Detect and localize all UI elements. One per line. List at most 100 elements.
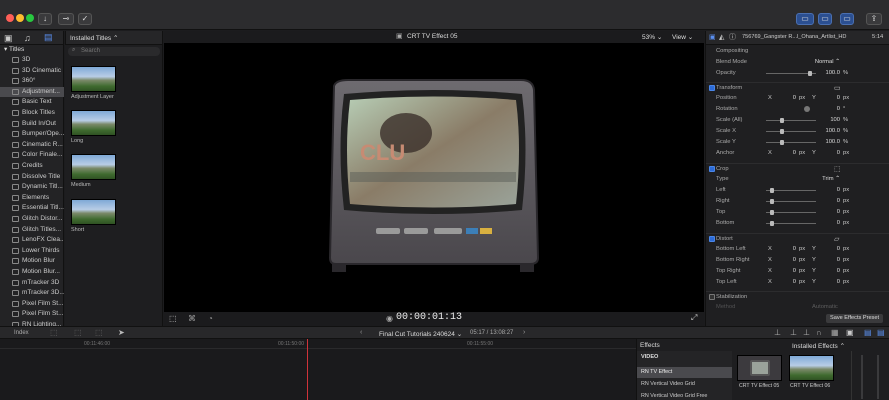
method-value[interactable]: Automatic bbox=[812, 302, 838, 313]
x-value[interactable]: 0 bbox=[766, 277, 796, 288]
rotation-value[interactable]: 0 bbox=[810, 104, 840, 115]
audio-skimming-icon[interactable]: ⊥ bbox=[774, 328, 781, 337]
share-icon[interactable]: ⇪ bbox=[866, 13, 882, 25]
value[interactable]: 0 bbox=[810, 207, 840, 218]
project-dropdown[interactable]: Final Cut Tutorials 240624 ⌄ bbox=[379, 330, 462, 338]
timeline-ruler[interactable]: 00:11:46:00 00:11:50:00 00:11:55:00 bbox=[0, 339, 636, 349]
title-thumb-adjustment-layer[interactable] bbox=[71, 66, 116, 92]
search-input[interactable]: ⌕ Search bbox=[68, 47, 160, 56]
minimize-window-button[interactable] bbox=[16, 14, 24, 22]
category-item[interactable]: 360° bbox=[0, 76, 64, 87]
transform-tool-icon[interactable]: ⬚ bbox=[169, 314, 177, 323]
forward-arrow-icon[interactable]: › bbox=[523, 329, 525, 336]
titles-root[interactable]: ▾ Titles bbox=[4, 45, 64, 53]
layout-browser-icon[interactable]: ▭ bbox=[796, 13, 814, 25]
category-item[interactable]: Motion Blur... bbox=[0, 267, 64, 278]
playhead[interactable] bbox=[307, 339, 308, 400]
category-item[interactable]: Pixel Film St... bbox=[0, 299, 64, 310]
speed-tool-icon[interactable]: ◔ bbox=[208, 314, 213, 323]
stabilization-header[interactable]: Stabilization bbox=[706, 291, 889, 302]
category-item[interactable]: Dissolve Title bbox=[0, 172, 64, 183]
value-slider-knob[interactable] bbox=[770, 210, 774, 215]
clip-overwrite-icon[interactable]: ⬚ bbox=[95, 328, 103, 337]
crop-header[interactable]: Crop ⬚ bbox=[706, 163, 889, 174]
keywords-icon[interactable]: ⊸ bbox=[58, 13, 74, 25]
effect-item[interactable]: RN Vertical Video Grid bbox=[637, 379, 732, 390]
solo-icon[interactable]: ⊥ bbox=[790, 328, 797, 337]
anchor-y-value[interactable]: 0 bbox=[810, 148, 840, 159]
select-tool-icon[interactable]: ➤ bbox=[118, 328, 125, 337]
import-icon[interactable]: ↓ bbox=[38, 13, 52, 25]
compositing-header[interactable]: Compositing bbox=[706, 46, 889, 57]
installed-titles-dropdown[interactable]: Installed Titles ⌃ bbox=[70, 34, 118, 42]
value-slider-knob[interactable] bbox=[770, 199, 774, 204]
category-item[interactable]: 3D bbox=[0, 55, 64, 66]
transform-header[interactable]: Transform ▭ bbox=[706, 82, 889, 93]
y-value[interactable]: 0 bbox=[810, 277, 840, 288]
category-item[interactable]: Pixel Film St... bbox=[0, 309, 64, 320]
value-slider-knob[interactable] bbox=[770, 188, 774, 193]
scale-all-value[interactable]: 100 bbox=[810, 115, 840, 126]
clip-append-icon[interactable]: ⬚ bbox=[50, 328, 58, 337]
category-item[interactable]: Bumper/Ope... bbox=[0, 129, 64, 140]
category-item[interactable]: 3D Cinematic bbox=[0, 66, 64, 77]
category-item[interactable]: Basic Text bbox=[0, 97, 64, 108]
stabilization-checkbox[interactable] bbox=[709, 294, 715, 300]
category-item[interactable]: LenoFX Clea... bbox=[0, 235, 64, 246]
effect-item-selected[interactable]: RN TV Effect bbox=[637, 367, 732, 378]
scale-all-knob[interactable] bbox=[780, 118, 784, 123]
category-item[interactable]: Block Titles bbox=[0, 108, 64, 119]
title-thumb-long[interactable] bbox=[71, 110, 116, 136]
category-item[interactable]: Cinematic R... bbox=[0, 140, 64, 151]
timeline[interactable]: 00:11:46:00 00:11:50:00 00:11:55:00 bbox=[0, 339, 636, 400]
transitions-browser-icon[interactable]: ▤ bbox=[864, 328, 872, 337]
snapping-icon[interactable]: ⊥ bbox=[803, 328, 810, 337]
category-item[interactable]: Glitch Titles... bbox=[0, 225, 64, 236]
headphones-icon[interactable]: ∩ bbox=[816, 328, 822, 337]
category-item[interactable]: Build In/Out bbox=[0, 119, 64, 130]
effects-browser-icon[interactable]: ▣ bbox=[846, 328, 854, 337]
y-value[interactable]: 0 bbox=[810, 244, 840, 255]
clip-insert-icon[interactable]: ⬚ bbox=[74, 328, 82, 337]
layout-inspector-icon[interactable]: ▭ bbox=[840, 13, 854, 25]
timeline-index-icon[interactable]: ▤ bbox=[877, 328, 885, 337]
layout-timeline-icon[interactable]: ▭ bbox=[818, 13, 832, 25]
effect-thumb-crt-06[interactable] bbox=[789, 355, 834, 381]
transform-checkbox[interactable] bbox=[709, 85, 715, 91]
clip-appearance-icon[interactable]: ▦ bbox=[831, 328, 839, 337]
category-item[interactable]: Credits bbox=[0, 161, 64, 172]
distort-header[interactable]: Distort ▱ bbox=[706, 233, 889, 244]
x-value[interactable]: 0 bbox=[766, 255, 796, 266]
category-item[interactable]: Dynamic Titl... bbox=[0, 182, 64, 193]
category-item[interactable]: mTracker 3D... bbox=[0, 288, 64, 299]
crop-checkbox[interactable] bbox=[709, 166, 715, 172]
category-item[interactable]: Color Finale... bbox=[0, 150, 64, 161]
category-item[interactable]: Elements bbox=[0, 193, 64, 204]
value[interactable]: 0 bbox=[810, 185, 840, 196]
background-tasks-icon[interactable]: ✓ bbox=[78, 13, 92, 25]
effect-item[interactable]: RN Vertical Video Grid Free bbox=[637, 391, 732, 400]
installed-effects-dropdown[interactable]: Installed Effects ⌃ bbox=[792, 342, 845, 350]
play-button[interactable]: ◉ bbox=[386, 314, 393, 323]
photos-tab-icon[interactable]: ♫ bbox=[24, 33, 31, 43]
titles-tab-icon[interactable]: ▤ bbox=[44, 32, 53, 43]
x-value[interactable]: 0 bbox=[766, 266, 796, 277]
y-value[interactable]: 0 bbox=[810, 255, 840, 266]
opacity-value[interactable]: 100.0 bbox=[810, 68, 840, 79]
scale-x-value[interactable]: 100.0 bbox=[810, 126, 840, 137]
value[interactable]: 0 bbox=[810, 196, 840, 207]
title-thumb-medium[interactable] bbox=[71, 154, 116, 180]
libraries-tab-icon[interactable]: ▣ bbox=[4, 33, 13, 44]
effect-thumb-crt-05[interactable] bbox=[737, 355, 782, 381]
scale-y-knob[interactable] bbox=[780, 140, 784, 145]
position-y-value[interactable]: 0 bbox=[810, 93, 840, 104]
category-item[interactable]: mTracker 3D bbox=[0, 278, 64, 289]
value-slider-knob[interactable] bbox=[770, 221, 774, 226]
y-value[interactable]: 0 bbox=[810, 266, 840, 277]
category-item[interactable]: Motion Blur bbox=[0, 256, 64, 267]
enhance-tool-icon[interactable]: ⌘ bbox=[188, 314, 196, 323]
scale-x-slider[interactable] bbox=[766, 131, 816, 132]
category-item[interactable]: Essential Titl... bbox=[0, 203, 64, 214]
index-button[interactable]: Index bbox=[14, 330, 29, 336]
category-item[interactable]: Adjustment... bbox=[0, 86, 64, 98]
